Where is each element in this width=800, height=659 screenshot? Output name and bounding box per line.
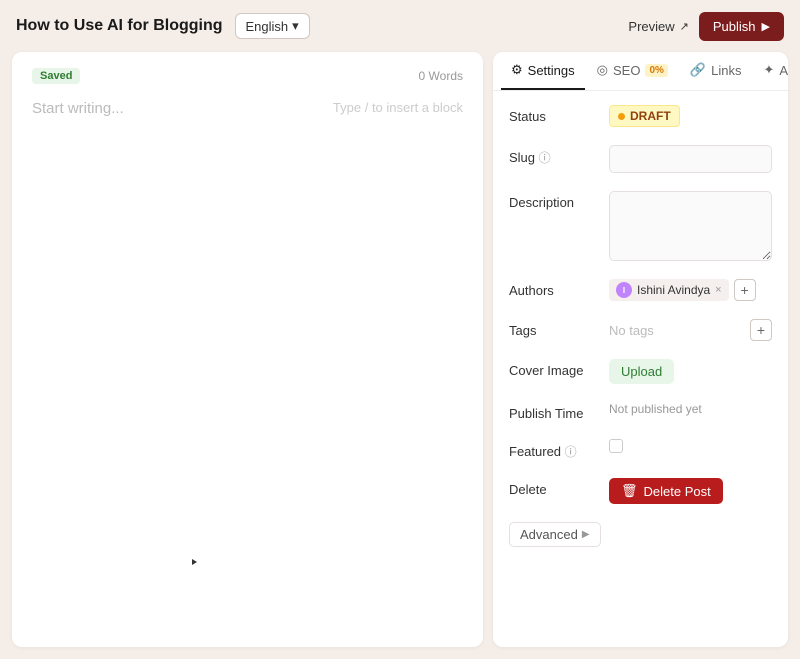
word-count: 0 Words — [419, 69, 463, 83]
delete-label: Delete — [509, 478, 599, 497]
chevron-right-icon: ▶ — [582, 529, 590, 540]
featured-row: Featured ⓘ — [509, 439, 772, 460]
delete-control: 🗑 Delete Post — [609, 478, 772, 504]
advanced-row: Advanced ▶ — [509, 522, 772, 547]
seo-icon: ◎ — [597, 62, 608, 78]
chevron-down-icon: ▾ — [292, 18, 299, 34]
draft-dot — [618, 113, 625, 120]
settings-panel: ⚙ Settings ◎ SEO 0% 🔗 Links ✦ AI Status — [493, 52, 788, 647]
left-header: How to Use AI for Blogging English ▾ — [16, 13, 310, 39]
publish-button[interactable]: Publish ▶ — [699, 12, 784, 41]
links-icon: 🔗 — [690, 62, 706, 78]
external-link-icon: ↗ — [680, 20, 689, 33]
seo-score-badge: 0% — [645, 64, 667, 77]
draft-badge[interactable]: DRAFT — [609, 105, 680, 127]
publish-time-control: Not published yet — [609, 402, 772, 416]
tab-ai[interactable]: ✦ AI — [753, 52, 788, 90]
featured-label: Featured ⓘ — [509, 439, 599, 460]
insert-hint: Type / to insert a block — [333, 100, 463, 115]
trash-icon: 🗑 — [621, 483, 638, 499]
status-control: DRAFT — [609, 105, 772, 127]
saved-badge: Saved — [32, 68, 80, 84]
right-header: Preview ↗ Publish ▶ — [628, 12, 784, 41]
add-author-button[interactable]: + — [734, 279, 756, 301]
preview-label: Preview — [628, 19, 674, 34]
language-label: English — [246, 19, 289, 34]
settings-icon: ⚙ — [511, 62, 523, 78]
publish-label: Publish — [713, 19, 756, 34]
featured-checkbox[interactable] — [609, 439, 623, 453]
send-icon: ▶ — [762, 20, 770, 33]
slug-control — [609, 145, 772, 173]
author-tag: I Ishini Avindya × — [609, 279, 729, 301]
author-name: Ishini Avindya — [637, 283, 710, 297]
settings-content: Status DRAFT Slug ⓘ — [493, 91, 788, 647]
add-tag-button[interactable]: + — [750, 319, 772, 341]
publish-time-value: Not published yet — [609, 402, 702, 416]
publish-time-row: Publish Time Not published yet — [509, 402, 772, 421]
status-row: Status DRAFT — [509, 105, 772, 127]
delete-row: Delete 🗑 Delete Post — [509, 478, 772, 504]
tabs-bar: ⚙ Settings ◎ SEO 0% 🔗 Links ✦ AI — [493, 52, 788, 91]
advanced-button[interactable]: Advanced ▶ — [509, 522, 601, 547]
authors-control: I Ishini Avindya × + — [609, 279, 772, 301]
remove-author-button[interactable]: × — [715, 284, 721, 296]
tab-links[interactable]: 🔗 Links — [680, 52, 752, 90]
tab-links-label: Links — [711, 63, 741, 78]
tags-control: No tags + — [609, 319, 772, 341]
post-title: How to Use AI for Blogging — [16, 17, 223, 35]
slug-row: Slug ⓘ — [509, 145, 772, 173]
tab-seo[interactable]: ◎ SEO 0% — [587, 52, 678, 90]
publish-time-label: Publish Time — [509, 402, 599, 421]
description-label: Description — [509, 191, 599, 210]
featured-control — [609, 439, 772, 453]
main-layout: Saved 0 Words Start writing... Type / to… — [0, 52, 800, 659]
ai-icon: ✦ — [763, 62, 774, 78]
tab-seo-label: SEO — [613, 63, 640, 78]
tab-settings[interactable]: ⚙ Settings — [501, 52, 585, 90]
cover-image-label: Cover Image — [509, 359, 599, 378]
description-control — [609, 191, 772, 261]
tags-row: Tags No tags + — [509, 319, 772, 341]
no-tags-text: No tags — [609, 323, 654, 338]
status-label: Status — [509, 105, 599, 124]
slug-input[interactable] — [609, 145, 772, 173]
featured-info-icon: ⓘ — [565, 445, 577, 459]
description-row: Description — [509, 191, 772, 261]
slug-info-icon: ⓘ — [539, 151, 551, 165]
top-header: How to Use AI for Blogging English ▾ Pre… — [0, 0, 800, 52]
tags-label: Tags — [509, 319, 599, 338]
upload-button[interactable]: Upload — [609, 359, 674, 384]
preview-button[interactable]: Preview ↗ — [628, 19, 688, 34]
cover-image-row: Cover Image Upload — [509, 359, 772, 384]
authors-row: Authors I Ishini Avindya × + — [509, 279, 772, 301]
editor-panel: Saved 0 Words Start writing... Type / to… — [12, 52, 483, 647]
tab-ai-label: AI — [779, 63, 788, 78]
draft-text: DRAFT — [630, 109, 671, 123]
cover-image-control: Upload — [609, 359, 772, 384]
advanced-label: Advanced — [520, 527, 578, 542]
delete-post-label: Delete Post — [644, 484, 711, 499]
editor-meta: Saved 0 Words — [32, 68, 463, 84]
editor-placeholder[interactable]: Start writing... — [32, 100, 463, 631]
delete-post-button[interactable]: 🗑 Delete Post — [609, 478, 723, 504]
author-avatar: I — [616, 282, 632, 298]
language-button[interactable]: English ▾ — [235, 13, 310, 39]
slug-label: Slug ⓘ — [509, 145, 599, 166]
authors-label: Authors — [509, 279, 599, 298]
description-textarea[interactable] — [609, 191, 772, 261]
tab-settings-label: Settings — [528, 63, 575, 78]
